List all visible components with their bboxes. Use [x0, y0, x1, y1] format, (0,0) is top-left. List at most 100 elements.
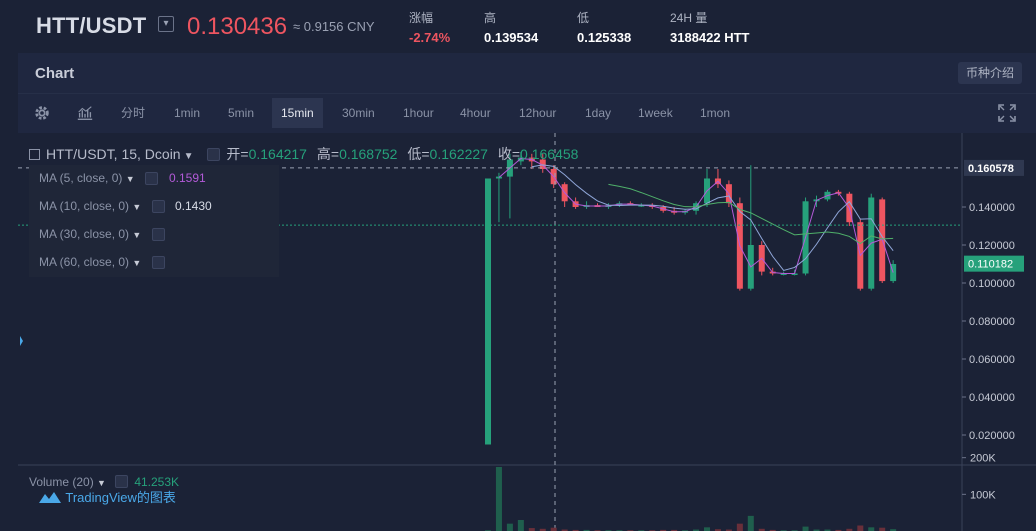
price-tick-label: 0.020000 — [969, 430, 1015, 442]
interval-tab-5min[interactable]: 5min — [219, 98, 263, 128]
interval-tab-1min[interactable]: 1min — [165, 98, 209, 128]
ma30-dropdown-icon[interactable]: ▼ — [132, 230, 141, 240]
stat-high: 高 0.139534 — [484, 9, 538, 45]
volume-bar — [506, 523, 513, 531]
interval-tab-1day[interactable]: 1day — [576, 98, 620, 128]
interval-tab-12hour[interactable]: 12hour — [510, 98, 565, 128]
market-header: HTT/USDT ▾ 0.130436 ≈ 0.9156 CNY 涨幅 -2.7… — [0, 0, 1036, 52]
stat-low: 低 0.125338 — [577, 9, 631, 45]
crosshair-price-label: 0.160578 — [968, 163, 1014, 175]
stat-low-value: 0.125338 — [577, 30, 632, 45]
settings-gear-icon[interactable] — [32, 104, 52, 122]
pair-dropdown-icon[interactable]: ▾ — [158, 16, 174, 32]
stat-high-label: 高 — [484, 11, 497, 25]
stat-volume-value: 3188422 HTT — [670, 30, 750, 45]
volume-bar — [857, 525, 864, 531]
ma5-settings-icon[interactable] — [145, 172, 158, 185]
last-price-label: 0.110182 — [968, 259, 1013, 271]
last-price: 0.130436 — [187, 13, 288, 40]
stat-volume: 24H 量 3188422 HTT — [670, 9, 750, 45]
candle-body — [485, 178, 491, 445]
chart-toolbar: 分时 1min 5min 15min 30min 1hour 4hour 12hour 1day… — [18, 93, 1036, 131]
stat-high-value: 0.139534 — [484, 30, 539, 45]
volume-tick-label: 200K — [970, 453, 996, 465]
tradingview-label: TradingView的图表 — [65, 490, 176, 505]
volume-bar — [704, 527, 710, 531]
ma5-label: MA (5, close, 0) — [39, 171, 123, 185]
ma10-row[interactable]: MA (10, close, 0) ▼ — [39, 199, 141, 213]
ma60-dropdown-icon[interactable]: ▼ — [132, 258, 141, 268]
volume-settings-icon[interactable] — [115, 475, 129, 488]
ma10-value: 0.1430 — [175, 199, 212, 213]
volume-legend: Volume (20) ▼ 41.253K — [29, 473, 179, 489]
interval-tab-30min[interactable]: 30min — [333, 98, 384, 128]
close-label: 收= — [497, 146, 521, 162]
volume-bar — [517, 520, 524, 531]
interval-tab-15min[interactable]: 15min — [272, 98, 323, 128]
ma60-row[interactable]: MA (60, close, 0) ▼ — [39, 255, 141, 269]
ma10-settings-icon[interactable] — [152, 200, 165, 213]
high-label: 高= — [316, 146, 340, 162]
price-tick-label: 0.100000 — [969, 278, 1015, 290]
low-value: 0.162227 — [429, 146, 488, 162]
ma5-dropdown-icon[interactable]: ▼ — [126, 174, 135, 184]
symbol-dropdown-icon[interactable]: ▼ — [184, 151, 194, 162]
interval-tab-分时[interactable]: 分时 — [112, 98, 154, 128]
fullscreen-icon[interactable] — [997, 103, 1017, 123]
stat-low-label: 低 — [577, 11, 590, 25]
price-tick-label: 0.040000 — [969, 392, 1015, 404]
chart-area[interactable]: 0.140000 0.120000 0.100000 0.080000 0.060000… — [18, 133, 1036, 531]
ma60-label: MA (60, close, 0) — [39, 255, 130, 269]
close-value: 0.166458 — [520, 146, 579, 162]
interval-tab-1hour[interactable]: 1hour — [394, 98, 443, 128]
volume-tick-label: 100K — [970, 489, 996, 501]
ma30-row[interactable]: MA (30, close, 0) ▼ — [39, 227, 141, 241]
interval-tab-4hour[interactable]: 4hour — [451, 98, 500, 128]
legend-settings-icon[interactable] — [207, 148, 221, 161]
high-value: 0.168752 — [339, 146, 398, 162]
collapse-legend-icon[interactable] — [29, 149, 40, 160]
price-tick-label: 0.060000 — [969, 354, 1015, 366]
candle-body — [495, 176, 502, 179]
open-value: 0.164217 — [248, 146, 307, 162]
pair-title: HTT/USDT — [36, 13, 147, 38]
ma5-line — [498, 158, 894, 274]
chart-panel: Chart 币种介绍 分时 1min 5min 15min 30min 1hour 4hou… — [18, 53, 1036, 531]
open-label: 开= — [226, 146, 249, 162]
volume-bar — [747, 515, 754, 531]
indicators-icon[interactable] — [75, 104, 95, 122]
volume-bar — [868, 527, 875, 531]
ma60-settings-icon[interactable] — [152, 256, 165, 269]
stat-volume-label: 24H 量 — [670, 11, 708, 25]
ma10-label: MA (10, close, 0) — [39, 199, 130, 213]
ma5-row[interactable]: MA (5, close, 0) ▼ — [39, 171, 135, 185]
ma-legend: MA (5, close, 0) ▼ 0.1591 MA (10, close,… — [29, 165, 279, 277]
interval-tab-1mon[interactable]: 1mon — [691, 98, 739, 128]
tradingview-branding[interactable]: TradingView的图表 — [38, 487, 176, 506]
tradingview-logo-icon — [39, 492, 61, 503]
cny-price: ≈ 0.9156 CNY — [293, 19, 375, 34]
symbol-legend: HTT/USDT, 15, Dcoin ▼ 开=0.164217 高=0.1687… — [29, 144, 578, 164]
volume-bar — [802, 526, 809, 531]
coin-intro-button[interactable]: 币种介绍 — [958, 62, 1022, 84]
stat-change-label: 涨幅 — [409, 11, 434, 25]
panel-title: Chart — [35, 65, 75, 82]
price-tick-label: 0.080000 — [969, 316, 1015, 328]
ma30-label: MA (30, close, 0) — [39, 227, 130, 241]
price-tick-label: 0.120000 — [969, 240, 1015, 252]
volume-bar — [736, 523, 743, 531]
volume-label: Volume (20) — [29, 475, 94, 489]
ma10-line — [531, 164, 894, 272]
low-label: 低= — [407, 146, 430, 162]
stat-change-value: -2.74% — [409, 30, 451, 45]
volume-dropdown-icon[interactable]: ▼ — [97, 478, 106, 488]
volume-bar — [495, 467, 502, 531]
price-tick-label: 0.140000 — [969, 202, 1015, 214]
volume-value: 41.253K — [134, 475, 180, 489]
symbol-label[interactable]: HTT/USDT, 15, Dcoin — [46, 146, 181, 162]
scroll-left-icon[interactable] — [20, 336, 23, 346]
ma30-settings-icon[interactable] — [152, 228, 165, 241]
ma5-value: 0.1591 — [169, 171, 206, 185]
ma10-dropdown-icon[interactable]: ▼ — [132, 202, 141, 212]
interval-tab-1week[interactable]: 1week — [629, 98, 682, 128]
